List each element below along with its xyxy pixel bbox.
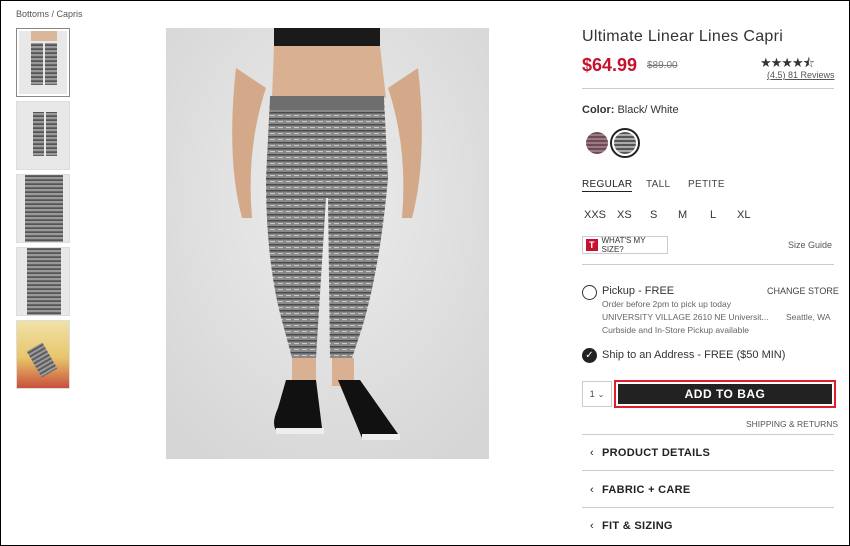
true-fit-icon: T (586, 239, 598, 251)
chevron-left-icon: ‹ (590, 520, 594, 532)
size-xxs[interactable]: XXS (584, 209, 606, 221)
breadcrumb[interactable]: Bottoms / Capris (16, 9, 83, 19)
accordion-fit-sizing[interactable]: ‹ FIT & SIZING (590, 520, 673, 532)
quantity-value: 1 (589, 389, 595, 399)
thumbnail-4[interactable] (16, 247, 70, 316)
thumbnail-1[interactable] (16, 28, 70, 97)
chevron-down-icon: ⌄ (597, 389, 605, 399)
tab-petite[interactable]: PETITE (688, 179, 725, 190)
ship-label: Ship to an Address - FREE ($50 MIN) (602, 349, 786, 361)
shipping-returns-link[interactable]: SHIPPING & RETURNS (746, 419, 838, 429)
thumbnail-5[interactable] (16, 320, 70, 389)
divider (582, 507, 834, 508)
whats-my-size-button[interactable]: T WHAT'S MY SIZE? (582, 236, 668, 254)
accordion-label: PRODUCT DETAILS (601, 447, 711, 459)
size-xs[interactable]: XS (617, 209, 632, 221)
pickup-store: UNIVERSITY VILLAGE 2610 NE Universit... (602, 312, 769, 322)
divider (582, 264, 834, 265)
whats-my-size-label: WHAT'S MY SIZE? (601, 236, 646, 254)
size-l[interactable]: L (710, 209, 716, 221)
product-main-image[interactable] (166, 28, 489, 459)
change-store-link[interactable]: CHANGE STORE (767, 286, 839, 296)
pickup-city: Seattle, WA (786, 312, 831, 322)
ship-checkmark-icon[interactable]: ✓ (582, 348, 597, 363)
thumbnail-3[interactable] (16, 174, 70, 243)
accordion-label: FIT & SIZING (601, 520, 673, 532)
accordion-product-details[interactable]: ‹ PRODUCT DETAILS (590, 447, 710, 459)
size-xl[interactable]: XL (737, 209, 750, 221)
color-swatch-black-white[interactable] (610, 128, 640, 158)
quantity-select[interactable]: 1 ⌄ (582, 381, 612, 407)
color-label-key: Color: (582, 104, 615, 116)
product-title: Ultimate Linear Lines Capri (582, 28, 784, 45)
color-swatch-purple[interactable] (586, 132, 608, 154)
color-label: Color: Black/ White (582, 104, 679, 116)
color-label-value: Black/ White (617, 104, 679, 116)
add-to-bag-label: ADD TO BAG (618, 384, 832, 404)
chevron-left-icon: ‹ (590, 484, 594, 496)
original-price: $89.00 (647, 60, 678, 71)
pickup-cutoff: Order before 2pm to pick up today (602, 299, 731, 309)
size-s[interactable]: S (650, 209, 657, 221)
reviews-link[interactable]: (4.5) 81 Reviews (767, 70, 835, 80)
thumbnail-list (16, 28, 72, 393)
pickup-note: Curbside and In-Store Pickup available (602, 325, 749, 335)
pickup-label: Pickup - FREE (602, 285, 675, 297)
size-m[interactable]: M (678, 209, 687, 221)
accordion-fabric-care[interactable]: ‹ FABRIC + CARE (590, 484, 691, 496)
tab-tall[interactable]: TALL (646, 179, 670, 190)
model-illustration (166, 28, 489, 459)
divider (582, 470, 834, 471)
tab-regular[interactable]: REGULAR (582, 179, 633, 192)
chevron-left-icon: ‹ (590, 447, 594, 459)
sale-price: $64.99 (582, 55, 638, 75)
thumbnail-2[interactable] (16, 101, 70, 170)
divider (582, 88, 834, 89)
size-guide-link[interactable]: Size Guide (788, 240, 832, 250)
add-to-bag-button[interactable]: ADD TO BAG (614, 380, 836, 408)
divider (582, 434, 834, 435)
accordion-label: FABRIC + CARE (601, 484, 691, 496)
pickup-radio[interactable] (582, 285, 597, 300)
